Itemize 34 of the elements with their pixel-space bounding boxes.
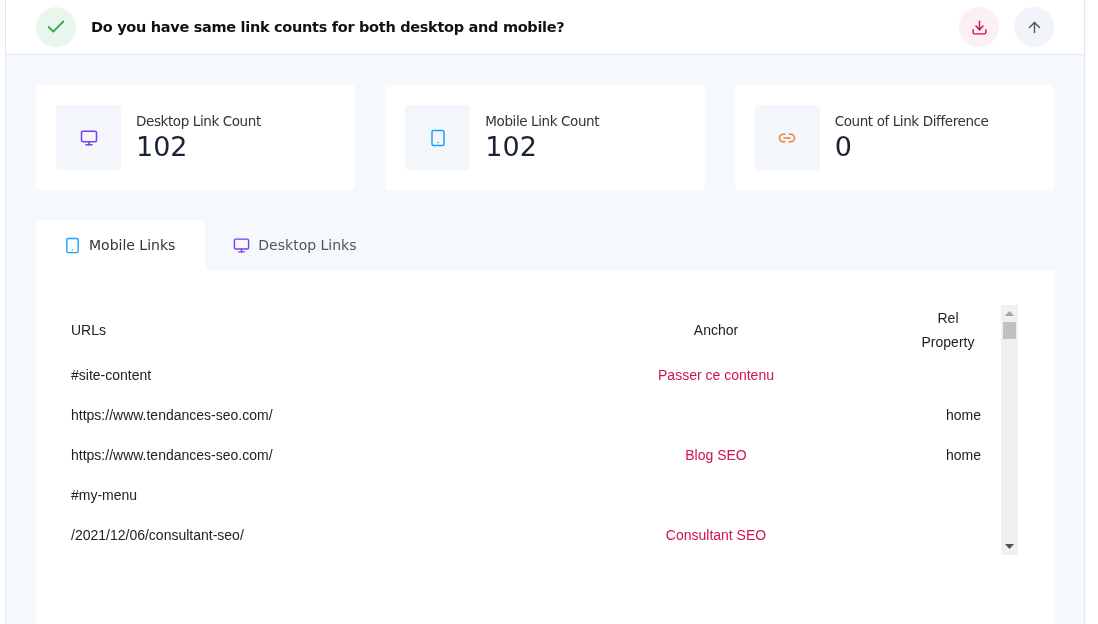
tab[interactable]: Desktop Links: [205, 220, 387, 270]
scroll-up-arrow-icon: [1005, 311, 1014, 316]
stat-value: 0: [834, 131, 853, 162]
download-button[interactable]: [959, 7, 999, 47]
scrollbar-thumb[interactable]: [1003, 322, 1016, 339]
scrollbar[interactable]: [1001, 305, 1018, 555]
stat-label: Desktop Link Count: [136, 113, 261, 129]
stat-value: 102: [485, 131, 538, 162]
question-title: Do you have same link counts for both desktop and mobile?: [91, 19, 566, 35]
monitor-icon: [56, 105, 121, 170]
column-header: Anchor: [692, 321, 740, 340]
url-cell: /2021/12/06/consultant-seo/: [71, 527, 244, 543]
anchor-text: Blog SEO: [685, 447, 747, 463]
anchor-text: Passer ce contenu: [658, 367, 774, 383]
rel-cell: home: [945, 407, 981, 423]
column-header: Rel Property: [920, 309, 976, 352]
monitor-icon: [233, 236, 251, 254]
scroll-down-arrow-icon: [1005, 544, 1014, 549]
stat-label: Mobile Link Count: [485, 113, 600, 129]
column-header: URLs: [71, 321, 107, 340]
download-icon: [970, 18, 988, 36]
url-cell: #my-menu: [71, 487, 138, 503]
rel-cell: home: [945, 447, 981, 463]
tab[interactable]: Mobile Links: [36, 220, 206, 270]
url-cell: https://www.tendances-seo.com/: [71, 407, 273, 423]
stat-label: Count of Link Difference: [834, 113, 989, 129]
url-cell: https://www.tendances-seo.com/: [71, 447, 273, 463]
tablet-icon: [64, 236, 81, 254]
stat-value: 102: [136, 131, 189, 162]
anchor-text: Consultant SEO: [665, 527, 767, 543]
tablet-icon: [405, 105, 471, 170]
link-icon: [754, 105, 820, 170]
scroll-up-button[interactable]: [1014, 7, 1054, 47]
url-cell: #site-content: [71, 367, 152, 383]
